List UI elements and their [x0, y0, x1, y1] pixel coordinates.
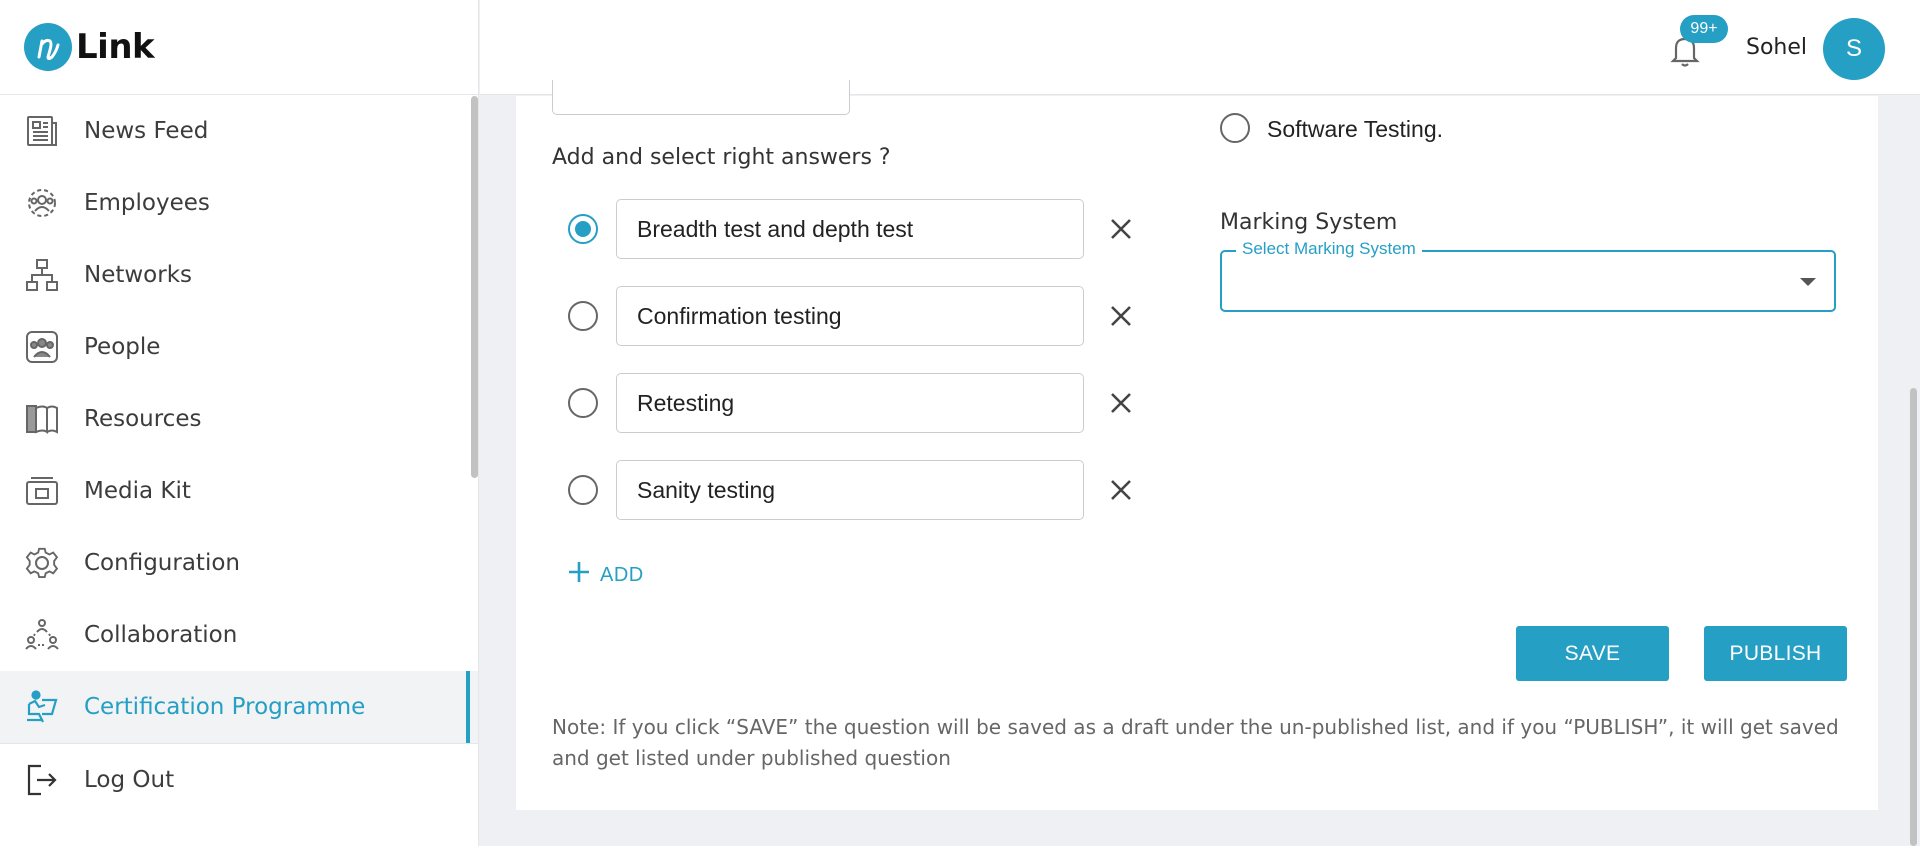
- sidebar-item-label: People: [84, 334, 161, 360]
- sidebar: Link News Feed Employees Networks People: [0, 0, 479, 846]
- network-icon: [24, 257, 60, 293]
- people-icon: [24, 329, 60, 365]
- sidebar-item-news-feed[interactable]: News Feed: [0, 95, 478, 167]
- add-answer-button[interactable]: ADD: [568, 560, 644, 590]
- avatar[interactable]: S: [1823, 18, 1885, 80]
- question-type-input[interactable]: [552, 80, 850, 115]
- logo-mark-icon: [24, 23, 72, 71]
- notification-badge: 99+: [1680, 15, 1728, 43]
- close-icon[interactable]: [1106, 214, 1136, 244]
- sidebar-item-label: Certification Programme: [84, 694, 366, 720]
- close-icon[interactable]: [1106, 388, 1136, 418]
- certification-icon: [24, 689, 60, 725]
- answer-row: [568, 460, 1136, 520]
- media-kit-icon: [24, 473, 60, 509]
- publish-button[interactable]: PUBLISH: [1704, 626, 1847, 681]
- plus-icon: [568, 561, 590, 589]
- main-scrollbar[interactable]: [1910, 388, 1917, 846]
- answer-radio[interactable]: [568, 475, 598, 505]
- sidebar-item-label: Configuration: [84, 550, 240, 576]
- newspaper-icon: [24, 113, 60, 149]
- marking-system-label: Marking System: [1220, 210, 1398, 235]
- close-icon[interactable]: [1106, 301, 1136, 331]
- save-button[interactable]: SAVE: [1516, 626, 1669, 681]
- sidebar-item-media-kit[interactable]: Media Kit: [0, 455, 478, 527]
- answer-row: [568, 373, 1136, 433]
- sidebar-item-label: Collaboration: [84, 622, 238, 648]
- sidebar-item-label: Media Kit: [84, 478, 191, 504]
- answer-row: [568, 199, 1136, 259]
- sidebar-item-label: Employees: [84, 190, 210, 216]
- sidebar-nav: News Feed Employees Networks People Reso…: [0, 95, 478, 815]
- sidebar-item-label: Resources: [84, 406, 202, 432]
- answers-label: Add and select right answers ?: [552, 145, 891, 170]
- answer-radio[interactable]: [568, 214, 598, 244]
- collaboration-icon: [24, 617, 60, 653]
- logo[interactable]: Link: [0, 0, 478, 95]
- marking-select-legend: Select Marking System: [1236, 239, 1422, 259]
- book-icon: [24, 401, 60, 437]
- answer-input[interactable]: [616, 286, 1084, 346]
- sidebar-item-networks[interactable]: Networks: [0, 239, 478, 311]
- marking-system-select[interactable]: [1220, 250, 1836, 312]
- sidebar-item-label: News Feed: [84, 118, 209, 144]
- add-label: ADD: [600, 563, 644, 586]
- sidebar-item-label: Networks: [84, 262, 193, 288]
- category-option-radio[interactable]: [1220, 113, 1250, 143]
- sidebar-item-people[interactable]: People: [0, 311, 478, 383]
- sidebar-scrollbar[interactable]: [471, 96, 478, 478]
- sidebar-item-configuration[interactable]: Configuration: [0, 527, 478, 599]
- sidebar-item-employees[interactable]: Employees: [0, 167, 478, 239]
- answer-radio[interactable]: [568, 301, 598, 331]
- answer-row: [568, 286, 1136, 346]
- answer-input[interactable]: [616, 460, 1084, 520]
- sidebar-item-label: Log Out: [84, 766, 175, 793]
- answer-radio[interactable]: [568, 388, 598, 418]
- answer-input[interactable]: [616, 373, 1084, 433]
- answer-input[interactable]: [616, 199, 1084, 259]
- sidebar-item-collaboration[interactable]: Collaboration: [0, 599, 478, 671]
- brand-name: Link: [76, 27, 155, 67]
- sidebar-item-certification-programme[interactable]: Certification Programme: [0, 671, 478, 743]
- logout-icon: [24, 762, 60, 798]
- close-icon[interactable]: [1106, 475, 1136, 505]
- form-note: Note: If you click “SAVE” the question w…: [552, 715, 1839, 770]
- sidebar-item-resources[interactable]: Resources: [0, 383, 478, 455]
- employees-icon: [24, 185, 60, 221]
- sidebar-item-log-out[interactable]: Log Out: [0, 743, 478, 815]
- gear-icon: [24, 545, 60, 581]
- chevron-down-icon[interactable]: [1800, 278, 1816, 286]
- category-option-label: Software Testing.: [1267, 116, 1444, 142]
- user-name[interactable]: Sohel: [1746, 35, 1807, 60]
- radio-dot: [575, 221, 591, 237]
